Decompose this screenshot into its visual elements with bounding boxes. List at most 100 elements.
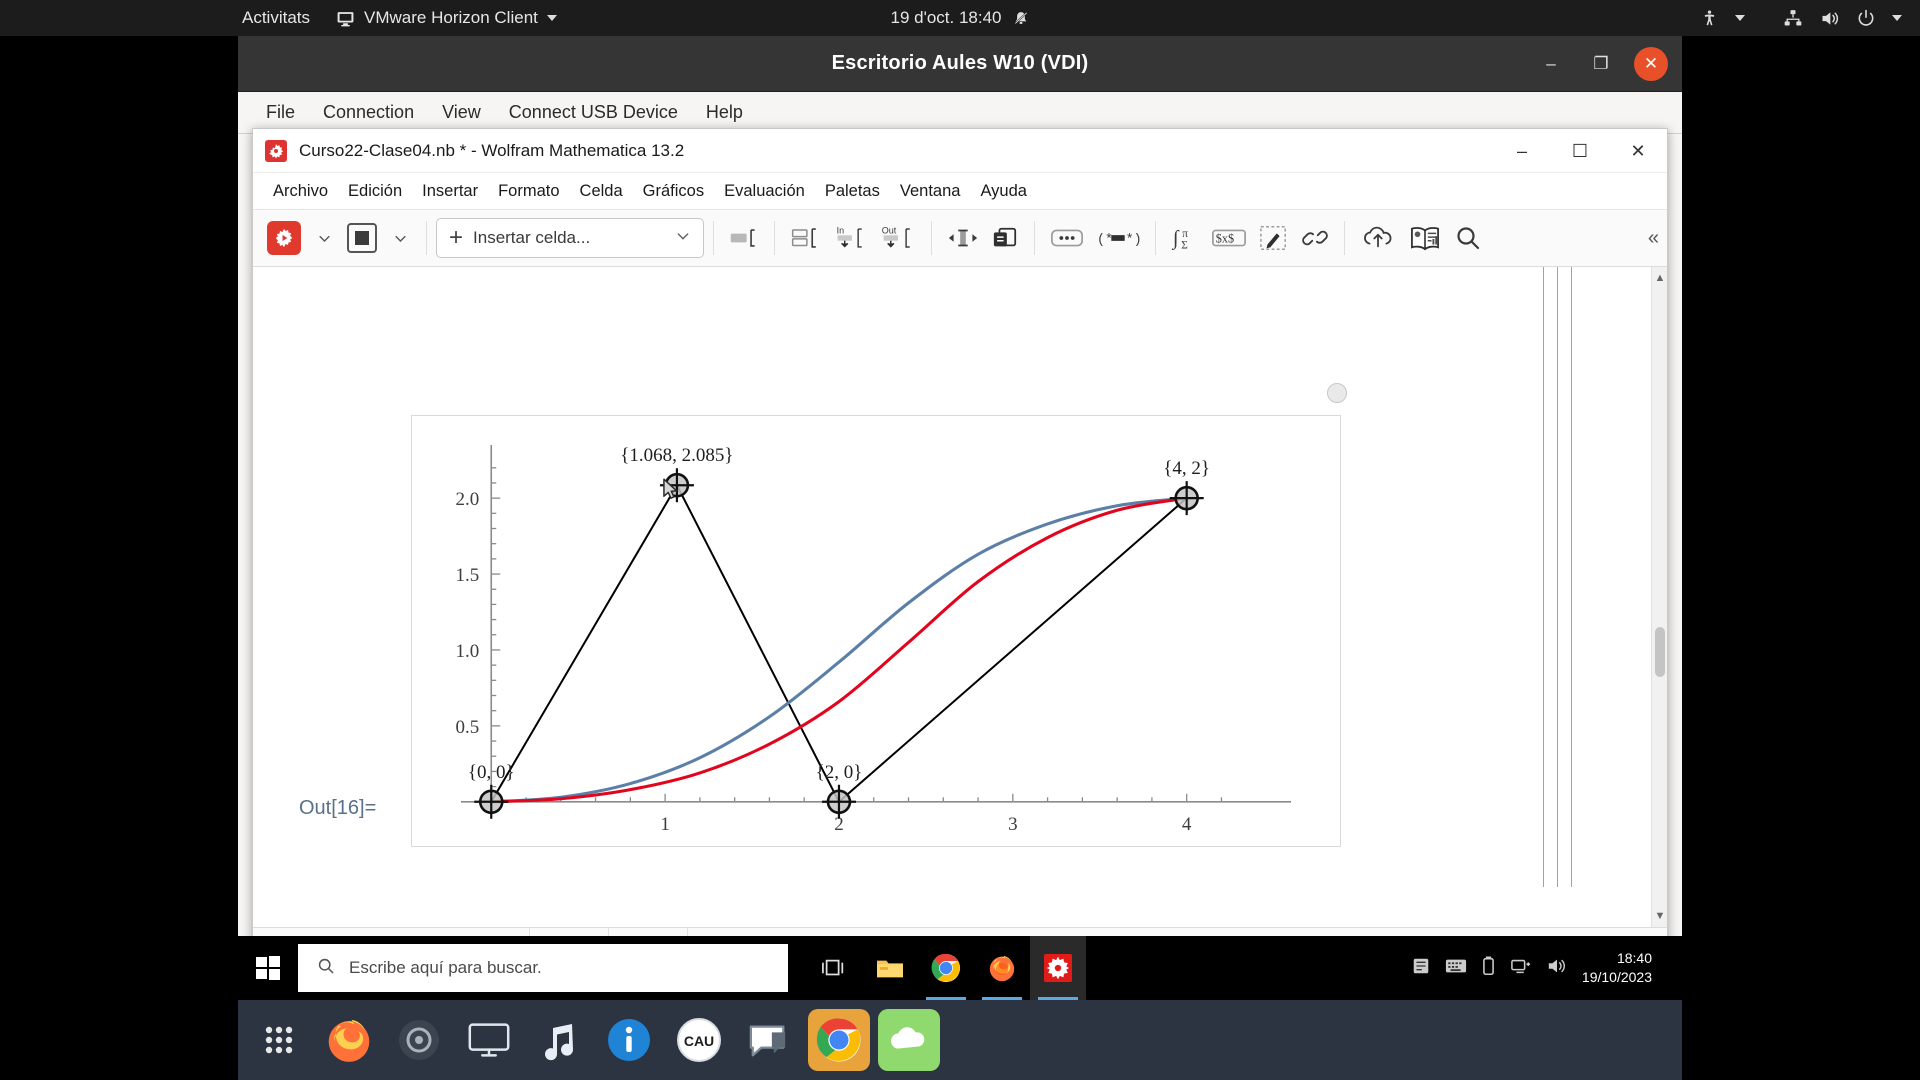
cloud-publish-button[interactable] bbox=[1354, 218, 1402, 258]
cell-bracket-group[interactable] bbox=[1571, 267, 1572, 887]
cell-bracket-inner[interactable] bbox=[1557, 267, 1558, 887]
volume-icon[interactable] bbox=[1819, 8, 1840, 29]
more-options-button[interactable] bbox=[1044, 218, 1090, 258]
toolbar-separator bbox=[426, 221, 427, 255]
ime-icon[interactable] bbox=[1411, 956, 1431, 981]
comment-code-button[interactable]: (* *) bbox=[1090, 218, 1146, 258]
math-symbols-button[interactable]: ∫ π Σ bbox=[1165, 218, 1205, 258]
documentation-button[interactable] bbox=[1402, 218, 1448, 258]
cell-bracket-button[interactable] bbox=[723, 218, 765, 258]
nextcloud-icon[interactable] bbox=[878, 1009, 940, 1071]
menu-view[interactable]: View bbox=[428, 96, 495, 129]
taskbar-clock[interactable]: 18:40 19/10/2023 bbox=[1582, 949, 1668, 987]
duplicate-button[interactable] bbox=[985, 218, 1025, 258]
insert-cell-button[interactable]: + Insertar celda... bbox=[436, 218, 704, 258]
settings-icon[interactable] bbox=[388, 1009, 450, 1071]
menu-celda[interactable]: Celda bbox=[570, 177, 633, 206]
freehand-input-button[interactable] bbox=[1253, 218, 1295, 258]
scroll-down-arrow[interactable]: ▼ bbox=[1652, 907, 1667, 925]
horizon-maximize-button[interactable]: ❐ bbox=[1584, 47, 1618, 81]
locator-label: {2, 0} bbox=[816, 762, 863, 783]
abort-button[interactable] bbox=[341, 218, 383, 258]
task-view-button[interactable] bbox=[806, 936, 862, 1000]
graphics-output[interactable]: 1 2 3 4 0.5 1.0 1.5 2.0 {0, 0} {1.068, 2.085} {2, … bbox=[411, 383, 1347, 847]
menu-file[interactable]: File bbox=[252, 96, 309, 129]
locator-point[interactable] bbox=[821, 784, 856, 819]
mathematica-button[interactable] bbox=[1030, 936, 1086, 1000]
insert-output-cell-button[interactable]: Out bbox=[874, 218, 922, 258]
horizon-close-button[interactable]: ✕ bbox=[1634, 47, 1668, 81]
locator-point[interactable] bbox=[1169, 481, 1204, 516]
menu-help[interactable]: Help bbox=[692, 96, 757, 129]
chrome-icon[interactable] bbox=[808, 1009, 870, 1071]
chevron-down-icon bbox=[675, 228, 691, 248]
toolbar-collapse-button[interactable]: « bbox=[1648, 227, 1659, 250]
tex-input-button[interactable]: $x$ bbox=[1205, 218, 1253, 258]
menu-graficos[interactable]: Gráficos bbox=[633, 177, 714, 206]
info-icon[interactable] bbox=[598, 1009, 660, 1071]
evaluate-dropdown[interactable] bbox=[307, 218, 341, 258]
mathematica-maximize-button[interactable]: ☐ bbox=[1551, 129, 1609, 173]
network-icon[interactable] bbox=[1510, 956, 1532, 981]
mail-icon[interactable] bbox=[738, 1009, 800, 1071]
chevron-down-icon[interactable] bbox=[1892, 15, 1902, 21]
app-menu-vmware-horizon[interactable]: VMware Horizon Client bbox=[336, 8, 557, 28]
locator-point[interactable] bbox=[474, 784, 509, 819]
menu-connect-usb-device[interactable]: Connect USB Device bbox=[495, 96, 692, 129]
group-cells-button[interactable] bbox=[784, 218, 828, 258]
hyperlink-button[interactable] bbox=[1295, 218, 1335, 258]
menu-ventana[interactable]: Ventana bbox=[890, 177, 971, 206]
text-cursor-button[interactable] bbox=[941, 218, 985, 258]
start-button[interactable] bbox=[238, 936, 298, 1000]
gnome-clock[interactable]: 19 d'oct. 18:40 bbox=[891, 8, 1030, 28]
bspline-curve-red bbox=[489, 496, 1189, 804]
horizon-window-controls: – ❐ ✕ bbox=[1534, 36, 1668, 92]
menu-archivo[interactable]: Archivo bbox=[263, 177, 338, 206]
music-icon[interactable] bbox=[528, 1009, 590, 1071]
network-icon[interactable] bbox=[1783, 8, 1803, 28]
file-explorer-button[interactable] bbox=[862, 936, 918, 1000]
scrollbar-thumb[interactable] bbox=[1655, 627, 1665, 677]
scroll-up-arrow[interactable]: ▲ bbox=[1652, 269, 1667, 287]
horizon-minimize-button[interactable]: – bbox=[1534, 47, 1568, 81]
menu-connection[interactable]: Connection bbox=[309, 96, 428, 129]
menu-ayuda[interactable]: Ayuda bbox=[970, 177, 1037, 206]
accessibility-icon[interactable] bbox=[1700, 9, 1719, 28]
horizon-window-title: Escritorio Aules W10 (VDI) bbox=[831, 52, 1089, 74]
mathematica-minimize-button[interactable]: – bbox=[1493, 129, 1551, 173]
activities-button[interactable]: Activitats bbox=[242, 8, 310, 28]
graphics-resize-handle[interactable] bbox=[1327, 383, 1347, 403]
locator-label: {0, 0} bbox=[468, 762, 515, 783]
mathematica-window: Curso22-Clase04.nb * - Wolfram Mathemati… bbox=[252, 128, 1668, 976]
notifications-muted-icon bbox=[1013, 10, 1030, 27]
power-icon[interactable] bbox=[1856, 8, 1876, 28]
menu-formato[interactable]: Formato bbox=[488, 177, 569, 206]
menu-evaluacion[interactable]: Evaluación bbox=[714, 177, 815, 206]
insert-input-cell-button[interactable]: In bbox=[828, 218, 874, 258]
cau-icon[interactable]: CAU bbox=[668, 1009, 730, 1071]
evaluate-button[interactable] bbox=[261, 218, 307, 258]
chrome-button[interactable] bbox=[918, 936, 974, 1000]
remote-desktop-icon[interactable] bbox=[458, 1009, 520, 1071]
chevron-down-icon[interactable] bbox=[1735, 15, 1745, 21]
search-button[interactable] bbox=[1448, 218, 1488, 258]
battery-icon[interactable] bbox=[1481, 955, 1496, 982]
show-applications-icon[interactable] bbox=[248, 1009, 310, 1071]
cell-bracket-outer[interactable] bbox=[1543, 267, 1544, 887]
x-tick-label: 4 bbox=[1182, 814, 1192, 835]
abort-dropdown[interactable] bbox=[383, 218, 417, 258]
menu-insertar[interactable]: Insertar bbox=[412, 177, 488, 206]
notebook-canvas[interactable]: Out[16]= 1 2 3 4 0.5 1.0 1.5 2.0 {0, 0} {1.068, 2… bbox=[253, 267, 1651, 927]
menu-edicion[interactable]: Edición bbox=[338, 177, 412, 206]
firefox-button[interactable] bbox=[974, 936, 1030, 1000]
notebook-scrollbar[interactable]: ▲ ▼ bbox=[1651, 267, 1667, 927]
keyboard-icon[interactable] bbox=[1445, 957, 1467, 980]
gnome-system-tray[interactable] bbox=[1700, 8, 1902, 29]
menu-paletas[interactable]: Paletas bbox=[815, 177, 890, 206]
taskbar-search-input[interactable]: Escribe aquí para buscar. bbox=[298, 944, 788, 992]
bezier-plot[interactable]: 1 2 3 40.51.01.52.0{0, 0}{1.068, 2.085}{2, … bbox=[411, 415, 1341, 847]
mathematica-close-button[interactable]: ✕ bbox=[1609, 129, 1667, 173]
windows-system-tray[interactable]: 18:40 19/10/2023 bbox=[1411, 949, 1682, 987]
firefox-icon[interactable] bbox=[318, 1009, 380, 1071]
volume-icon[interactable] bbox=[1546, 956, 1568, 981]
